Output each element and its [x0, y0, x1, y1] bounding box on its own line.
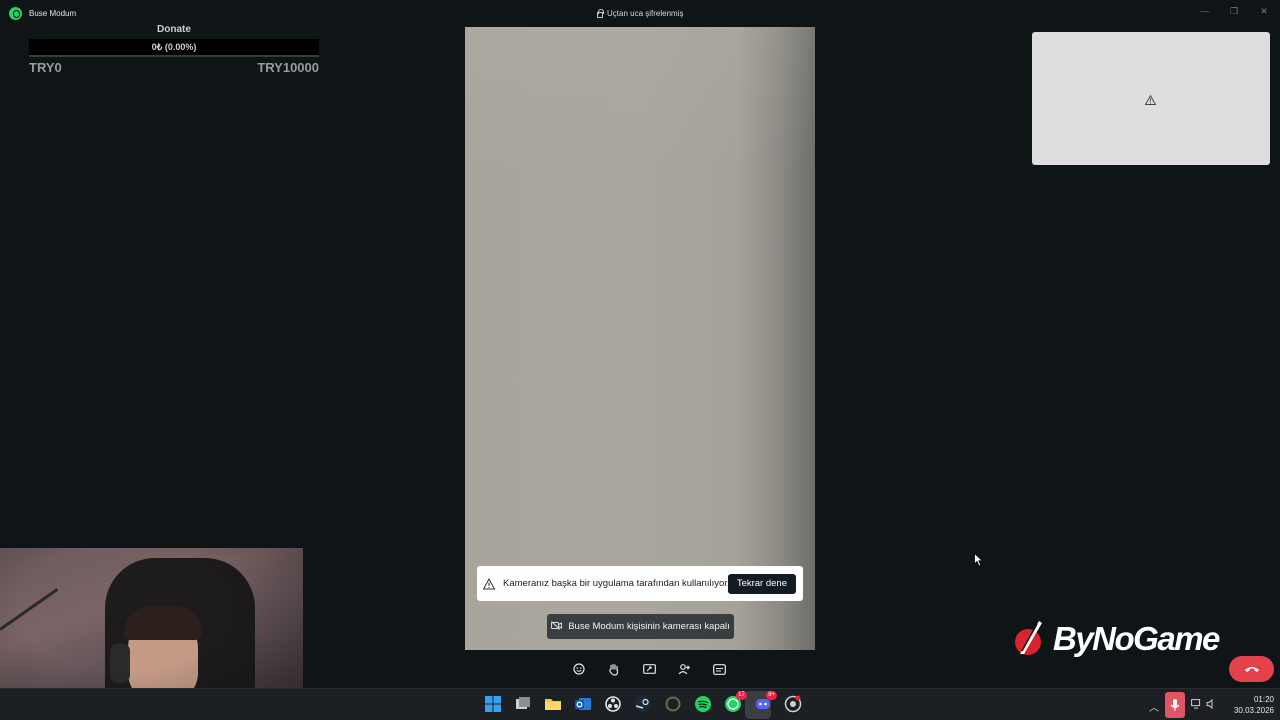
warning-icon: [483, 577, 495, 590]
self-video-preview[interactable]: [1032, 32, 1270, 165]
whatsapp-badge: 17: [736, 691, 747, 700]
donate-progress-bar: 0₺ (0.00%): [29, 39, 319, 57]
remote-camera-off-text: Buse Modum kişisinin kamerası kapalı: [568, 621, 730, 632]
close-button[interactable]: ✕: [1257, 4, 1271, 18]
task-view-icon[interactable]: [513, 694, 533, 714]
captions-icon[interactable]: [710, 660, 728, 678]
donate-max: TRY10000: [257, 60, 319, 75]
taskbar: 17 9+ ︿ 01:20 30.03.2026: [0, 688, 1280, 720]
end-call-button[interactable]: [1229, 656, 1274, 682]
remote-video: [465, 27, 815, 650]
donate-min: TRY0: [29, 60, 62, 75]
bynogame-text: ByNoGame: [1053, 620, 1220, 657]
encryption-notice: Uçtan uca şifrelenmiş: [597, 8, 684, 18]
clock-date: 30.03.2026: [1233, 706, 1274, 715]
discord-icon[interactable]: 9+: [753, 691, 777, 714]
steam-icon[interactable]: [633, 694, 653, 714]
maximize-button[interactable]: ❐: [1227, 4, 1241, 18]
raise-hand-icon[interactable]: [605, 660, 623, 678]
emoji-icon[interactable]: [570, 660, 588, 678]
bynogame-mark-icon: [1013, 620, 1045, 658]
donate-title: Donate: [157, 24, 191, 35]
mouse-cursor-icon: [974, 552, 984, 572]
donate-range: TRY0 TRY10000: [29, 60, 319, 75]
camera-off-icon: [551, 620, 563, 633]
obs-icon[interactable]: [603, 694, 623, 714]
chevron-up-icon[interactable]: ︿: [1149, 699, 1159, 714]
windows-start-icon[interactable]: [483, 694, 503, 714]
warning-icon: [1144, 92, 1157, 110]
screen-share-icon[interactable]: [640, 660, 658, 678]
minimize-button[interactable]: —: [1198, 4, 1212, 18]
screen: Buse Modum Uçtan uca şifrelenmiş — ❐ ✕ D…: [0, 0, 1280, 720]
file-explorer-icon[interactable]: [543, 694, 563, 714]
window-title: Buse Modum: [29, 9, 77, 18]
clock-time: 01:20: [1253, 695, 1274, 704]
bynogame-logo: ByNoGame: [1013, 620, 1220, 658]
network-icon[interactable]: [1191, 699, 1202, 712]
app-ring-icon[interactable]: [663, 694, 683, 714]
browser-icon[interactable]: [783, 694, 803, 714]
title-bar: Buse Modum Uçtan uca şifrelenmiş — ❐ ✕: [0, 0, 1280, 26]
discord-badge: 9+: [766, 691, 777, 700]
camera-alert: Kameranız başka bir uygulama tarafından …: [477, 566, 803, 601]
donate-widget: Donate 0₺ (0.00%) TRY0 TRY10000: [29, 24, 319, 75]
add-person-icon[interactable]: [675, 660, 693, 678]
remote-camera-off-notice: Buse Modum kişisinin kamerası kapalı: [547, 614, 734, 639]
spotify-icon[interactable]: [693, 694, 713, 714]
phone-hangup-icon: [1244, 660, 1260, 678]
whatsapp-taskbar-icon[interactable]: 17: [723, 691, 747, 714]
encryption-label: Uçtan uca şifrelenmiş: [607, 9, 684, 18]
camera-alert-text: Kameranız başka bir uygulama tarafından …: [503, 578, 730, 589]
call-controls: [570, 660, 728, 680]
outlook-icon[interactable]: [573, 694, 593, 714]
lock-icon: [597, 8, 604, 18]
whatsapp-logo-icon: [9, 7, 22, 20]
taskbar-apps: 17 9+: [483, 691, 803, 714]
system-clock[interactable]: 01:20 30.03.2026: [1224, 694, 1274, 716]
volume-icon[interactable]: [1206, 698, 1216, 712]
mic-in-use-tray[interactable]: [1165, 692, 1185, 718]
retry-button[interactable]: Tekrar dene: [727, 574, 796, 594]
